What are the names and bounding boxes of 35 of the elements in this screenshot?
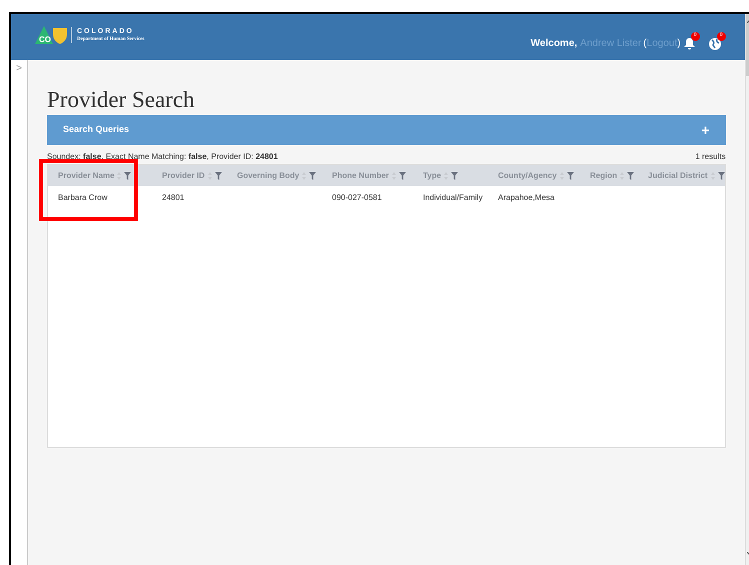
- logo-text: CO: [39, 34, 52, 46]
- table-cell: 090-027-0581: [332, 193, 382, 202]
- column-header[interactable]: Governing Body: [237, 170, 300, 182]
- sidebar-toggle[interactable]: >: [16, 62, 22, 76]
- paren-text: (: [643, 37, 647, 51]
- greeting-text: Welcome,: [530, 37, 578, 51]
- filter-icon[interactable]: [451, 172, 458, 180]
- filter-icon[interactable]: [398, 172, 406, 180]
- table-cell: 24801: [162, 193, 184, 202]
- panel-title: Search Queries: [63, 123, 130, 136]
- filter-icon[interactable]: [124, 172, 132, 180]
- table-cell: Barbara Crow: [58, 193, 108, 202]
- column-header[interactable]: Judicial District: [648, 170, 708, 182]
- globe-icon[interactable]: [708, 38, 721, 50]
- table-cell: Arapahoe,Mesa: [498, 193, 554, 202]
- table-cell: Individual/Family: [423, 193, 483, 202]
- column-header[interactable]: Provider Name: [58, 170, 114, 182]
- column-header[interactable]: Phone Number: [332, 170, 389, 182]
- page-title: Provider Search: [47, 86, 196, 114]
- column-header[interactable]: Type: [423, 170, 442, 182]
- mountain-icon: [35, 26, 53, 44]
- paren-text: ): [677, 37, 681, 51]
- add-button[interactable]: +: [701, 123, 710, 137]
- criteria-text: Soundex: false, Exact Name Matching: false, Provider ID: 24801: [47, 151, 278, 163]
- result-count: 1 results: [695, 151, 726, 163]
- column-header[interactable]: Region: [590, 170, 618, 182]
- filter-icon[interactable]: [309, 172, 316, 180]
- filter-icon[interactable]: [214, 172, 222, 180]
- shield-icon: [53, 28, 67, 44]
- filter-icon[interactable]: [718, 172, 725, 180]
- column-header[interactable]: County/Agency: [498, 170, 557, 182]
- filter-icon[interactable]: [566, 172, 574, 180]
- bell-icon[interactable]: [684, 38, 695, 50]
- filter-icon[interactable]: [627, 172, 634, 180]
- column-header[interactable]: Provider ID: [162, 170, 205, 182]
